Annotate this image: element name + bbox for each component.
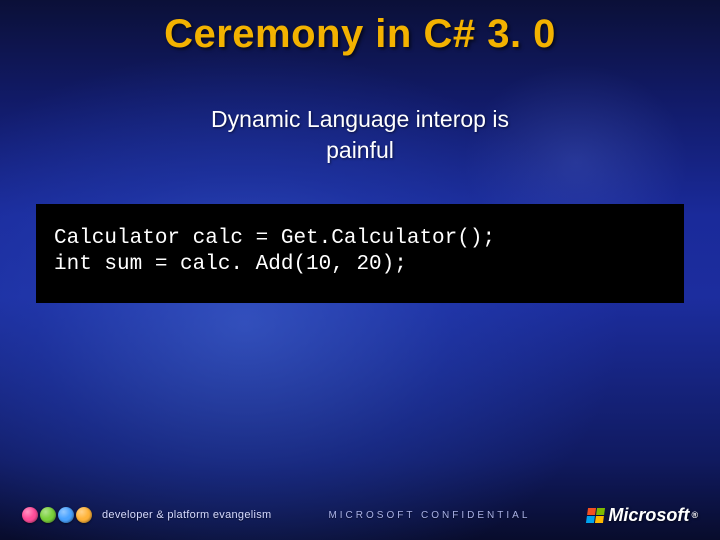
- subtitle-line-2: painful: [326, 137, 394, 163]
- slide-subtitle: Dynamic Language interop is painful: [0, 104, 720, 166]
- microsoft-flag-icon: [586, 508, 605, 523]
- footer-confidential: MICROSOFT CONFIDENTIAL: [328, 510, 530, 521]
- code-content: Calculator calc = Get.Calculator(); int …: [54, 226, 666, 279]
- dot-icon: [40, 507, 56, 523]
- footer-left: developer & platform evangelism: [22, 507, 272, 523]
- dot-icon: [76, 507, 92, 523]
- subtitle-line-1: Dynamic Language interop is: [211, 106, 509, 132]
- microsoft-logo: Microsoft®: [587, 505, 698, 526]
- slide-footer: developer & platform evangelism MICROSOF…: [0, 496, 720, 540]
- slide-title: Ceremony in C# 3. 0: [0, 12, 720, 57]
- dot-icon: [58, 507, 74, 523]
- code-block: Calculator calc = Get.Calculator(); int …: [36, 204, 684, 303]
- footer-brand-sub: developer & platform evangelism: [102, 509, 272, 521]
- microsoft-logo-text: Microsoft: [608, 505, 689, 526]
- dpe-dots-icon: [22, 507, 92, 523]
- dot-icon: [22, 507, 38, 523]
- registered-icon: ®: [691, 510, 698, 520]
